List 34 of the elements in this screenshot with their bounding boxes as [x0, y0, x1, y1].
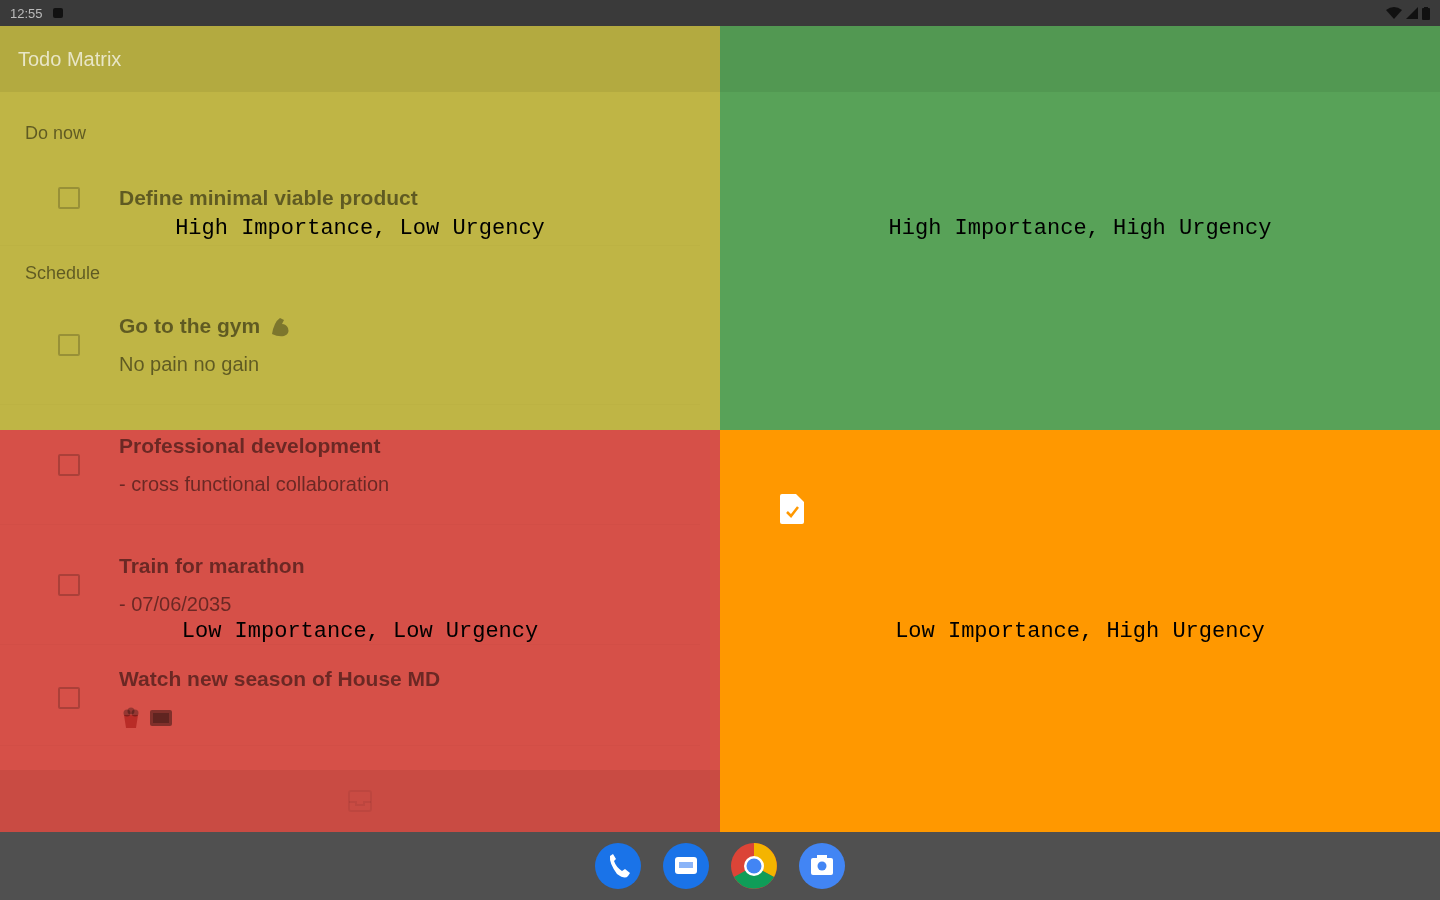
task-title: Watch new season of House MD — [119, 665, 441, 692]
task-title: Go to the gym — [119, 312, 261, 339]
camera-icon[interactable] — [799, 843, 845, 889]
phone-icon[interactable] — [595, 843, 641, 889]
wifi-icon — [1386, 7, 1402, 19]
task-title: Define minimal viable product — [119, 184, 418, 211]
browser-icon[interactable] — [731, 843, 777, 889]
task-note: No pain no gain — [119, 351, 261, 377]
app-title: Todo Matrix — [18, 47, 122, 71]
section-header: Do now — [24, 122, 88, 145]
task-note: - 07/06/2035 — [119, 591, 233, 617]
section-header: Schedule — [24, 262, 102, 285]
task-card[interactable]: Watch new season of House MD — [0, 650, 700, 746]
task-title: Professional development — [119, 432, 381, 459]
signal-icon — [1406, 7, 1418, 19]
document-check-icon — [780, 494, 804, 524]
messages-icon[interactable] — [663, 843, 709, 889]
quadrant-label: Low Importance, High Urgency — [895, 618, 1265, 644]
checkbox[interactable] — [58, 453, 80, 476]
task-note: - cross functional collaboration — [119, 471, 390, 497]
battery-icon — [1422, 6, 1430, 20]
task-card[interactable]: Professional development - cross functional collaboration — [0, 405, 700, 525]
checkbox[interactable] — [58, 573, 80, 596]
inbox-icon[interactable] — [348, 790, 372, 812]
checkbox[interactable] — [58, 333, 80, 356]
checkbox[interactable] — [58, 186, 80, 209]
task-title: Train for marathon — [119, 552, 305, 579]
quadrant-label: High Importance, Low Urgency — [175, 215, 545, 241]
notification-icon — [52, 8, 63, 18]
status-time: 12:55 — [10, 5, 43, 21]
quadrant-label: High Importance, High Urgency — [888, 215, 1272, 241]
quadrant-label: Low Importance, Low Urgency — [181, 618, 539, 644]
task-card[interactable]: Go to the gym No pain no gain — [0, 285, 700, 405]
checkbox[interactable] — [58, 686, 80, 709]
